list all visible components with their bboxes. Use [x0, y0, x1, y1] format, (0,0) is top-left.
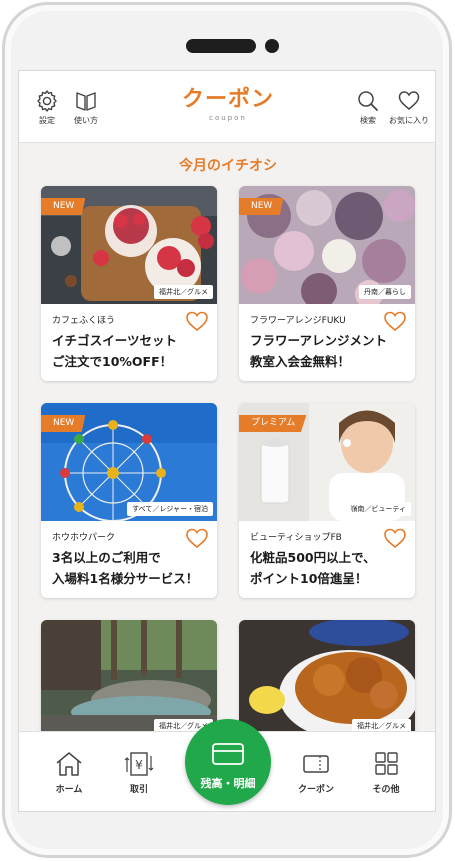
card-icon	[212, 743, 244, 765]
favorites-label: お気に入り	[389, 116, 429, 125]
shop-name: フラワーアレンジFUKU	[250, 316, 346, 326]
offer-line-1: 化粧品500円以上で、	[250, 550, 376, 565]
premium-badge: プレミアム	[239, 415, 307, 432]
nav-coupon[interactable]: クーポン	[286, 750, 346, 795]
app-screen: 設定 使い方 クーポン coupon 検索 お気に入り 今月のイチオシ NEW …	[18, 70, 436, 812]
shop-name: ビューティショップFB	[250, 533, 342, 543]
new-badge: NEW	[41, 415, 86, 432]
coupon-icon	[303, 755, 329, 773]
category-tag: 嶺南／ビューティ	[345, 502, 411, 516]
nav-home[interactable]: ホーム	[39, 750, 99, 795]
category-tag: 丹南／暮らし	[359, 285, 411, 299]
nav-other-label: その他	[372, 785, 400, 795]
search-icon	[358, 91, 378, 111]
svg-text:¥: ¥	[135, 758, 143, 772]
nav-home-label: ホーム	[55, 785, 83, 795]
search-button[interactable]: 検索	[355, 89, 381, 126]
coupon-card[interactable]: プレミアム 嶺南／ビューティ ビューティショップFB 化粧品500円以上で、 ポ…	[239, 403, 415, 598]
balance-details-label: 残高・明細	[200, 777, 256, 790]
coupon-card[interactable]: NEW 丹南／暮らし フラワーアレンジFUKU フラワーアレンジメント 教室入会…	[239, 186, 415, 381]
new-badge: NEW	[41, 198, 86, 215]
shop-name: ホウホウパーク	[52, 533, 116, 543]
favorite-heart-icon[interactable]	[185, 527, 209, 553]
offer-line-2: 入場料1名様分サービス！	[52, 571, 199, 586]
offer-line-1: イチゴスイーツセット	[52, 333, 178, 348]
balance-details-button[interactable]: 残高・明細	[185, 719, 271, 805]
nav-transactions-label: 取引	[129, 785, 148, 795]
home-icon	[56, 752, 82, 776]
search-label: 検索	[360, 116, 376, 125]
heart-icon	[398, 91, 420, 110]
phone-camera	[265, 39, 279, 53]
favorites-button[interactable]: お気に入り	[387, 89, 431, 126]
coupon-card[interactable]: NEW 福井北／グルメ カフェふくほう イチゴスイーツセット ご注文で10%OF…	[41, 186, 217, 381]
offer-line-2: 教室入会金無料！	[250, 354, 351, 369]
offer-line-2: ポイント10倍進呈！	[250, 571, 368, 586]
nav-coupon-label: クーポン	[297, 785, 334, 795]
category-tag: 福井北／グルメ	[154, 285, 213, 299]
offer-line-1: フラワーアレンジメント	[250, 333, 388, 348]
favorite-heart-icon[interactable]	[383, 527, 407, 553]
nav-transactions[interactable]: ¥ 取引	[109, 750, 169, 795]
coupon-card[interactable]: NEW すべて／レジャー・宿泊 ホウホウパーク 3名以上のご利用で 入場料1名様…	[41, 403, 217, 598]
offer-line-2: ご注文で10%OFF！	[52, 354, 173, 369]
nav-other[interactable]: その他	[356, 750, 416, 795]
grid-icon	[375, 752, 398, 775]
new-badge: NEW	[239, 198, 284, 215]
phone-speaker	[186, 39, 256, 53]
yen-transfer-icon: ¥	[124, 752, 154, 776]
section-title: 今月のイチオシ	[179, 158, 277, 174]
category-tag: すべて／レジャー・宿泊	[127, 502, 213, 516]
offer-line-1: 3名以上のご利用で	[52, 550, 161, 565]
app-header: 設定 使い方 クーポン coupon 検索 お気に入り	[19, 71, 435, 143]
shop-name: カフェふくほう	[52, 316, 116, 326]
favorite-heart-icon[interactable]	[185, 310, 209, 336]
